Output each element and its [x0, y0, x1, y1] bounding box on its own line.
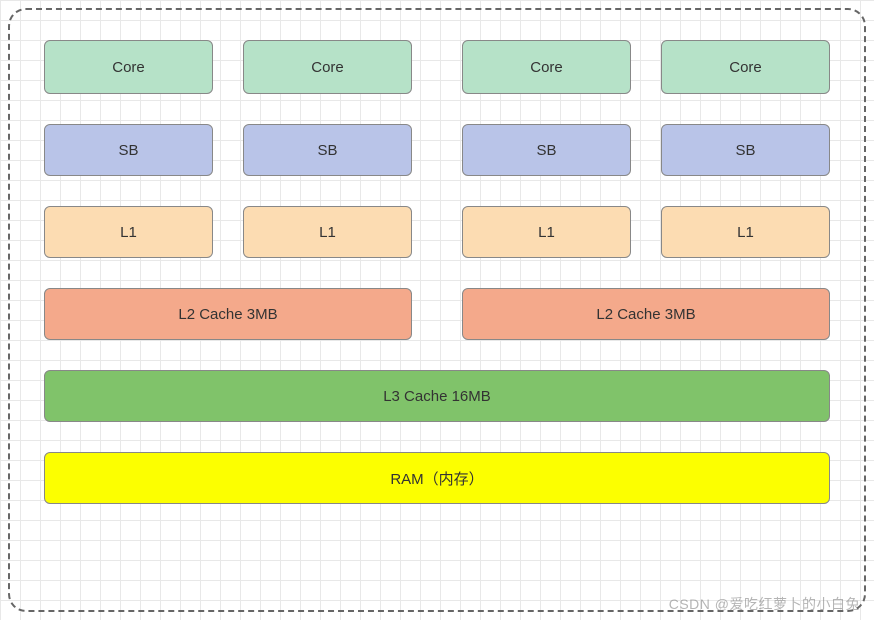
ram-row: RAM（内存） [44, 452, 830, 504]
sb-box: SB [661, 124, 830, 176]
core-box: Core [243, 40, 412, 94]
l3-row: L3 Cache 16MB [44, 370, 830, 422]
diagram-container: Core Core Core Core SB SB SB SB L1 L1 L1… [8, 8, 866, 612]
l1-box: L1 [661, 206, 830, 258]
l2-box-left: L2 Cache 3MB [44, 288, 412, 340]
sb-box: SB [44, 124, 213, 176]
l1-row: L1 L1 L1 L1 [44, 206, 830, 258]
ram-box: RAM（内存） [44, 452, 830, 504]
l3-box: L3 Cache 16MB [44, 370, 830, 422]
core-box: Core [661, 40, 830, 94]
l2-box-right: L2 Cache 3MB [462, 288, 830, 340]
l1-box: L1 [44, 206, 213, 258]
l1-box: L1 [243, 206, 412, 258]
l1-box: L1 [462, 206, 631, 258]
sb-box: SB [243, 124, 412, 176]
sb-row: SB SB SB SB [44, 124, 830, 176]
core-box: Core [44, 40, 213, 94]
core-box: Core [462, 40, 631, 94]
l2-row: L2 Cache 3MB L2 Cache 3MB [44, 288, 830, 340]
core-row: Core Core Core Core [44, 40, 830, 94]
sb-box: SB [462, 124, 631, 176]
